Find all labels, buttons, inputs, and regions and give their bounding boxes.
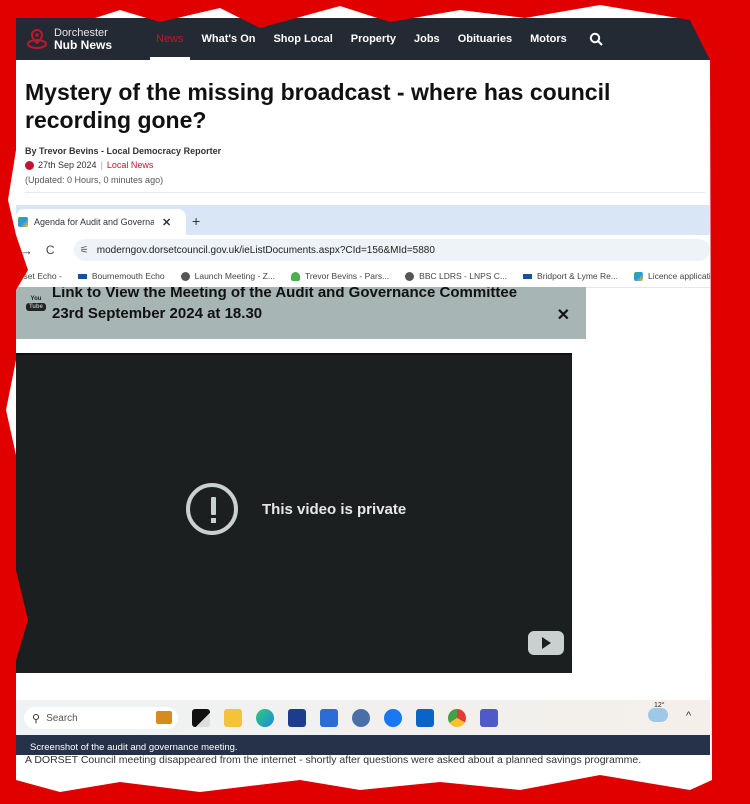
article-page: Dorchester Nub News News What's On Shop … [16, 18, 710, 804]
nav-shop-local[interactable]: Shop Local [273, 18, 332, 60]
windows-taskbar: ⚲ Search 12° ^ [16, 700, 710, 736]
bookmark-item[interactable]: Trevor Bevins - Pars... [290, 271, 390, 281]
article-image-browser-screenshot: Agenda for Audit and Governance ✕ + → C … [16, 205, 710, 755]
bookmark-item[interactable]: Bridport & Lyme Re... [523, 271, 618, 281]
tab-title: Agenda for Audit and Governance [34, 217, 154, 227]
outlook-icon[interactable] [416, 709, 434, 727]
meeting-link-banner[interactable]: You Tube Link to View the Meeting of the… [16, 287, 586, 339]
blue-edge-panel [726, 190, 750, 280]
divider [25, 192, 705, 193]
bookmark-item[interactable]: Bournemouth Echo [77, 271, 165, 281]
browser-tab[interactable]: Agenda for Audit and Governance ✕ [16, 209, 186, 235]
article-lede: A DORSET Council meeting disappeared fro… [25, 754, 642, 766]
bookmark-label: Bridport & Lyme Re... [537, 271, 618, 281]
bookmark-item[interactable]: Licence applicatio [633, 271, 710, 281]
youtube-tube: Tube [26, 303, 46, 311]
teams-icon[interactable] [480, 709, 498, 727]
weather-cloud-icon[interactable] [648, 708, 668, 722]
site-header: Dorchester Nub News News What's On Shop … [16, 18, 710, 60]
url-bar[interactable]: ⚟ moderngov.dorsetcouncil.gov.uk/ieListD… [73, 239, 710, 261]
bookmark-item[interactable]: Launch Meeting - Z... [180, 271, 275, 281]
caption-text: Screenshot of the audit and governance m… [30, 741, 238, 753]
close-tab-icon[interactable]: ✕ [162, 216, 171, 229]
settings-gear-icon[interactable] [352, 709, 370, 727]
video-player[interactable]: This video is private [16, 353, 572, 673]
nav-obituaries[interactable]: Obituaries [458, 18, 512, 60]
meeting-link-text[interactable]: Link to View the Meeting of the Audit an… [52, 287, 552, 324]
article-dateline: 27th Sep 2024 | Local News [25, 160, 153, 170]
article-date: 27th Sep 2024 [38, 160, 97, 170]
article-byline: By Trevor Bevins - Local Democracy Repor… [25, 146, 222, 156]
bookmark-item[interactable]: orset Echo - [16, 271, 62, 281]
forward-icon[interactable]: → [20, 243, 38, 258]
site-name-line2: Nub News [54, 38, 113, 52]
chevron-up-icon[interactable]: ^ [686, 710, 691, 722]
echo-favicon-icon [77, 273, 87, 279]
youtube-logo-icon: You Tube [26, 295, 46, 311]
article-headline: Mystery of the missing broadcast - where… [25, 79, 611, 133]
article-updated: (Updated: 0 Hours, 0 minutes ago) [25, 175, 164, 185]
word-icon[interactable] [320, 709, 338, 727]
site-settings-icon[interactable]: ⚟ [80, 245, 89, 256]
bookmarks-bar: orset Echo - Bournemouth Echo Launch Mee… [16, 265, 710, 288]
taskbar-search[interactable]: ⚲ Search [24, 707, 178, 729]
nav-property[interactable]: Property [351, 18, 396, 60]
nav-motors[interactable]: Motors [530, 18, 567, 60]
search-icon: ⚲ [32, 712, 41, 725]
separator: | [100, 160, 103, 170]
browser-tabstrip: Agenda for Audit and Governance ✕ + [16, 205, 710, 235]
reload-icon[interactable]: C [46, 243, 64, 257]
youtube-play-icon[interactable] [528, 631, 564, 655]
briefcase-icon [156, 711, 172, 724]
nav-whats-on[interactable]: What's On [202, 18, 256, 60]
chrome-icon[interactable] [448, 709, 466, 727]
site-logo[interactable]: Dorchester Nub News [26, 27, 138, 51]
new-tab-icon[interactable]: + [192, 213, 200, 229]
bookmark-label: Trevor Bevins - Pars... [304, 271, 390, 281]
bookmark-label: Launch Meeting - Z... [194, 271, 275, 281]
clock-icon [25, 160, 34, 170]
leaf-favicon-icon [290, 271, 300, 281]
modgov-favicon-icon [633, 271, 643, 281]
bookmark-label: BBC LDRS - LNPS C... [419, 271, 508, 281]
address-row: → C ⚟ moderngov.dorsetcouncil.gov.uk/ieL… [16, 235, 710, 265]
file-explorer-icon[interactable] [224, 709, 242, 727]
weather-temp: 12° [654, 702, 665, 709]
echo-favicon-icon [523, 273, 533, 279]
bookmark-label: orset Echo - [16, 271, 62, 281]
image-caption: Screenshot of the audit and governance m… [16, 735, 710, 755]
exclamation-circle-icon [186, 483, 238, 535]
edge-icon[interactable] [256, 709, 274, 727]
task-view-icon[interactable] [192, 709, 210, 727]
youtube-you: You [30, 296, 42, 302]
globe-icon [405, 271, 415, 281]
search-icon[interactable] [589, 32, 603, 46]
map-pin-icon [27, 28, 47, 49]
nav-jobs[interactable]: Jobs [414, 18, 440, 60]
bookmark-label: Licence applicatio [647, 271, 710, 281]
nav-news[interactable]: News [150, 18, 189, 60]
taskbar-search-placeholder: Search [46, 712, 78, 724]
microsoft-store-icon[interactable] [288, 709, 306, 727]
facebook-icon[interactable] [384, 709, 402, 727]
category-link[interactable]: Local News [107, 160, 154, 170]
close-icon[interactable]: ✕ [557, 305, 570, 325]
url-text: moderngov.dorsetcouncil.gov.uk/ieListDoc… [96, 244, 435, 256]
globe-icon [180, 271, 190, 281]
bookmark-item[interactable]: BBC LDRS - LNPS C... [405, 271, 507, 281]
bookmark-label: Bournemouth Echo [91, 271, 165, 281]
modgov-favicon-icon [18, 217, 28, 227]
video-private-message: This video is private [262, 501, 407, 518]
